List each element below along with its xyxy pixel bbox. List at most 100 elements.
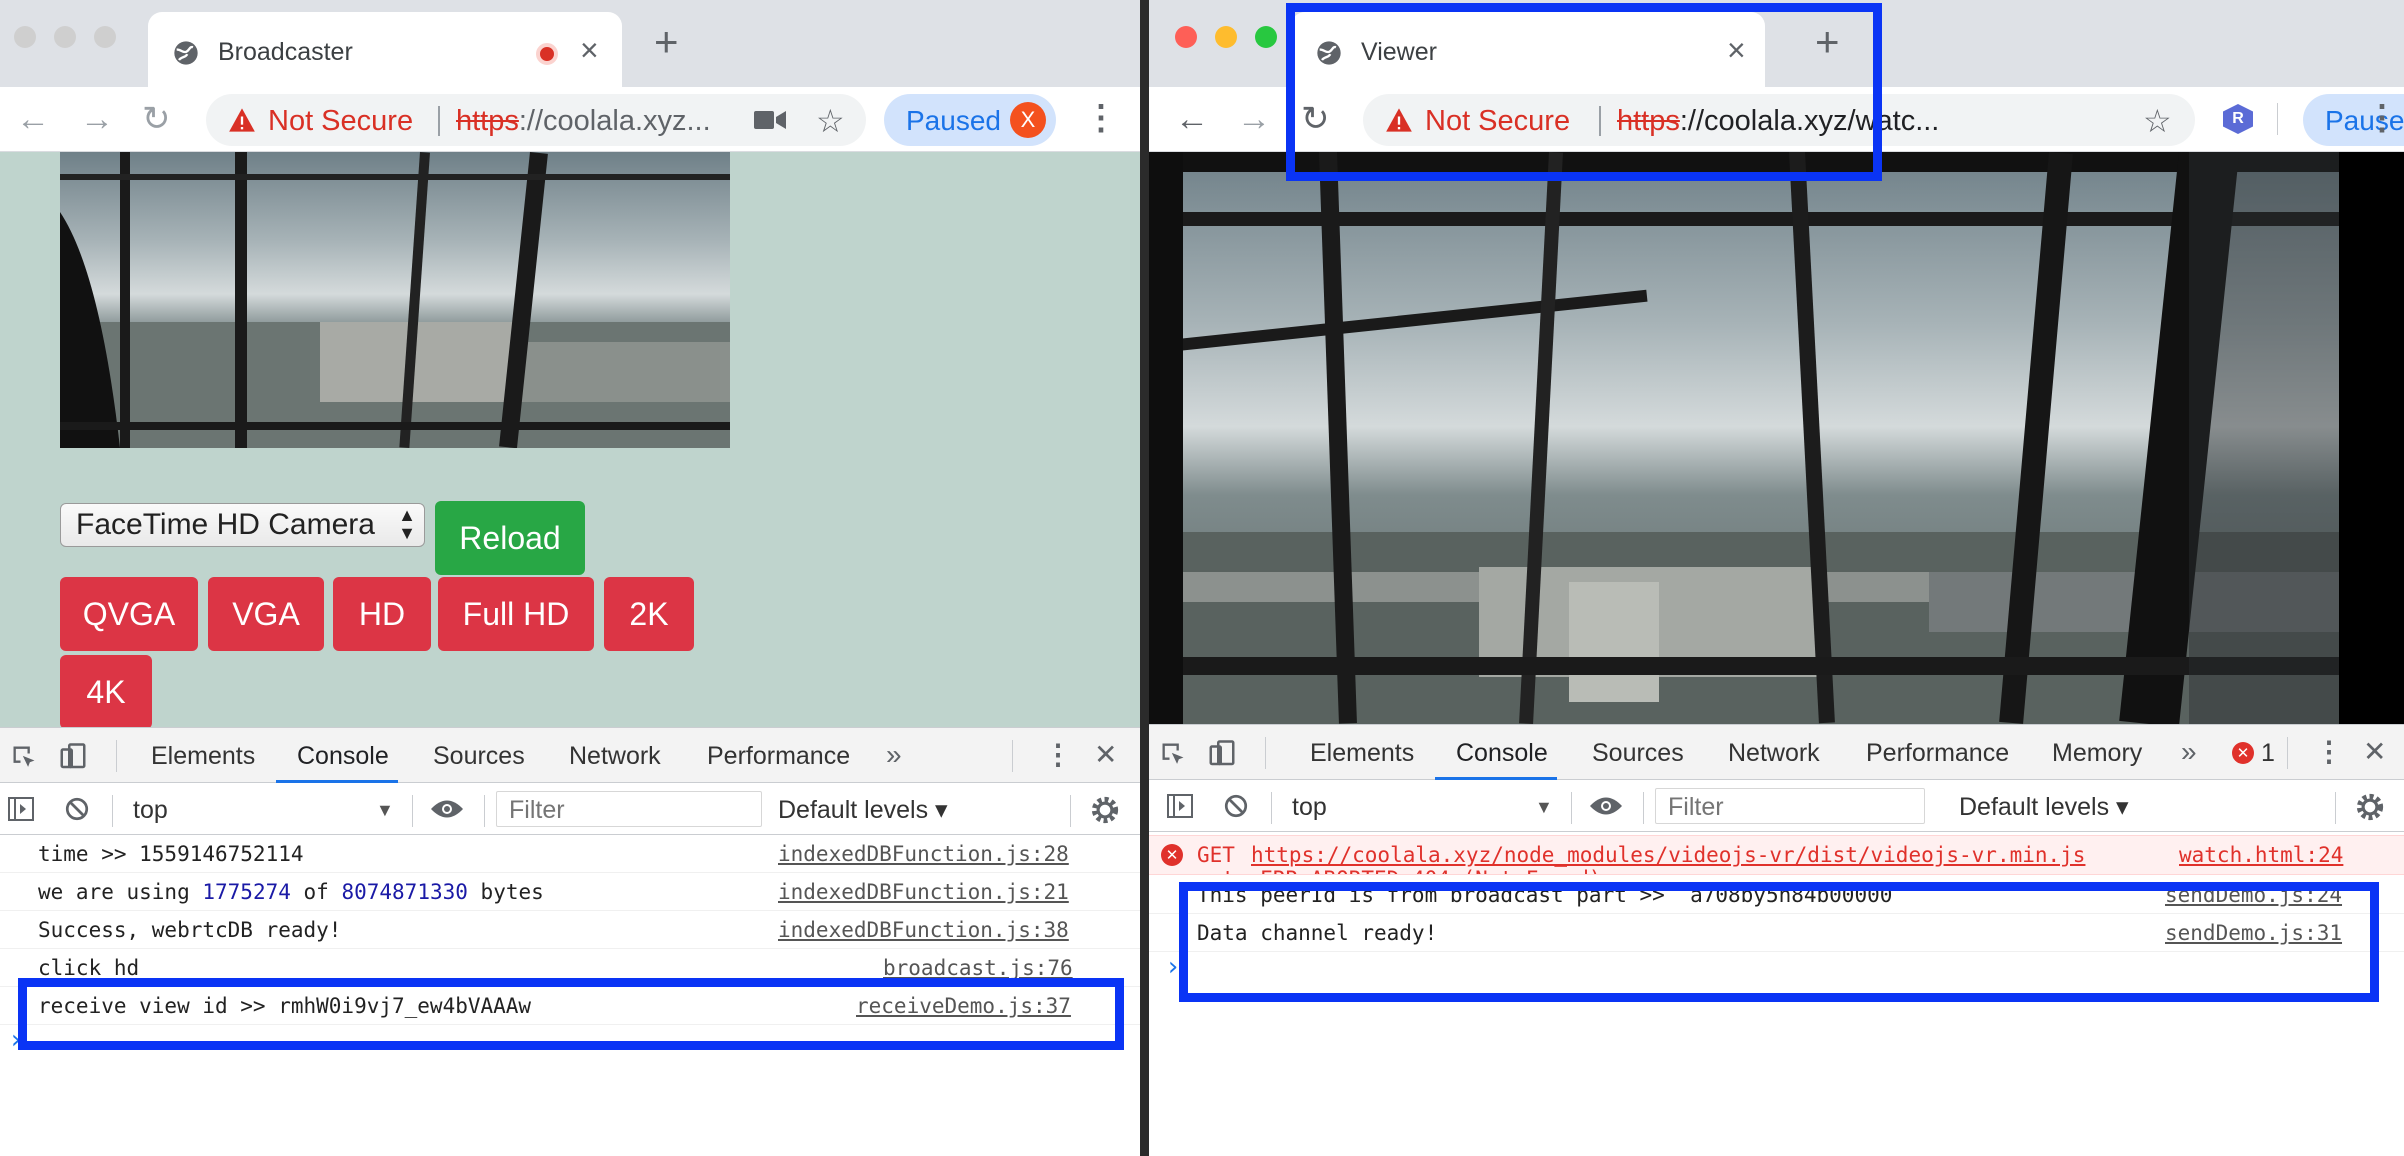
remote-video [1149,152,2339,724]
gear-icon[interactable] [1090,795,1120,825]
device-toolbar-icon[interactable] [58,742,88,772]
camera-icon[interactable] [754,109,786,131]
close-devtools-icon[interactable]: ✕ [2363,738,2386,766]
log-source-link[interactable]: indexedDBFunction.js:21 [778,880,1069,904]
clear-console-icon[interactable] [1223,793,1249,819]
back-button[interactable]: ← [16,99,50,139]
sidebar-toggle-icon[interactable] [1167,794,1193,818]
profile-button[interactable]: Paused X [884,94,1056,146]
tab-elements[interactable]: Elements [151,742,255,771]
close-window-button[interactable] [1175,26,1197,48]
context-selector[interactable]: top [133,796,168,825]
address-bar[interactable]: Not Secure https://coolala.xyz... ☆ [206,94,866,146]
error-icon: ✕ [1161,844,1183,866]
tab-strip: Broadcaster × + [0,0,1140,87]
inspect-element-icon[interactable] [10,743,38,771]
console-filter-input[interactable]: Filter [496,791,762,827]
console-filter-input[interactable]: Filter [1655,788,1925,824]
log-message: time >> 1559146752114 [38,842,304,866]
close-window-button[interactable] [14,26,36,48]
tab-sources[interactable]: Sources [1592,739,1684,768]
chevron-down-icon[interactable]: ▼ [1535,797,1553,818]
close-devtools-icon[interactable]: ✕ [1094,741,1117,769]
extension-icon[interactable]: R [2223,104,2253,134]
context-selector[interactable]: top [1292,793,1327,822]
eye-icon[interactable] [430,798,464,820]
log-levels-dropdown[interactable]: Default levels ▾ [778,795,948,825]
tab-title: Broadcaster [218,38,353,66]
viewer-window: Viewer × + ← → ↻ Not Secure https://cool… [1149,0,2404,1156]
devtools-menu-icon[interactable]: ⋮ [2315,738,2343,766]
menu-icon[interactable]: ⋮ [1084,101,1118,135]
error-count[interactable]: 1 [2261,739,2275,768]
log-entry: Success, webrtcDB ready! indexedDBFuncti… [0,911,1140,949]
globe-icon [174,41,198,65]
error-count-icon[interactable]: ✕ [2232,742,2254,764]
gear-icon[interactable] [2355,792,2385,822]
new-tab-button[interactable]: + [654,20,679,64]
log-message: click hd [38,956,140,980]
highlight-box-send [1179,882,2379,1002]
qvga-button[interactable]: QVGA [60,577,198,651]
bookmark-star-icon[interactable]: ☆ [2143,105,2172,137]
eye-icon[interactable] [1589,795,1623,817]
devtools-menu-icon[interactable]: ⋮ [1044,741,1072,769]
hd-button[interactable]: HD [333,577,431,651]
log-source-link[interactable]: indexedDBFunction.js:28 [778,842,1069,866]
log-source-link[interactable]: watch.html:24 [2179,843,2343,867]
separator [412,795,413,827]
reload-button[interactable]: ↻ [142,99,171,139]
separator [1643,792,1644,824]
minimize-window-button[interactable] [54,26,76,48]
log-source-link[interactable]: indexedDBFunction.js:38 [778,918,1069,942]
tab-memory[interactable]: Memory [2052,739,2142,768]
error-url-link[interactable]: https://coolala.xyz/node_modules/videojs… [1251,843,2085,867]
broadcaster-window: Broadcaster × + ← → ↻ Not Secure https:/… [0,0,1140,1156]
reload-stream-button[interactable]: Reload [435,501,585,575]
tab-broadcaster[interactable]: Broadcaster × [148,12,622,87]
inspect-element-icon[interactable] [1159,740,1187,768]
tab-console[interactable]: Console [1456,739,1548,768]
log-levels-dropdown[interactable]: Default levels ▾ [1959,792,2129,822]
separator [1012,740,1013,772]
forward-button[interactable]: → [80,99,114,139]
bookmark-star-icon[interactable]: ☆ [816,105,845,137]
4k-button[interactable]: 4K [60,655,152,729]
error-detail: net::ERR_ABORTED 404 (Not Found) [1197,867,1602,874]
console-toolbar: top ▼ Filter Default levels ▾ [0,783,1140,835]
profile-paused-label: Paused [906,105,1001,136]
menu-icon[interactable]: ⋮ [2365,101,2399,135]
full-hd-button[interactable]: Full HD [438,577,594,651]
separator [1070,795,1071,827]
minimize-window-button[interactable] [1215,26,1237,48]
zoom-window-button[interactable] [94,26,116,48]
not-secure-label[interactable]: Not Secure [268,105,413,138]
tab-performance[interactable]: Performance [707,742,850,771]
clear-console-icon[interactable] [64,796,90,822]
sidebar-toggle-icon[interactable] [8,797,34,821]
close-tab-icon[interactable]: × [580,34,599,66]
tab-sources[interactable]: Sources [433,742,525,771]
tab-network[interactable]: Network [569,742,661,771]
tab-performance[interactable]: Performance [1866,739,2009,768]
separator [116,740,117,772]
select-arrows-icon: ▲ ▼ [398,505,416,543]
log-entry: we are using 1775274 of 8074871330 bytes… [0,873,1140,911]
zoom-window-button[interactable] [1255,26,1277,48]
log-source-link[interactable]: broadcast.js:76 [883,956,1073,980]
error-method: GET [1197,843,1235,867]
more-tabs-icon[interactable]: » [2181,738,2197,766]
2k-button[interactable]: 2K [604,577,694,651]
tab-elements[interactable]: Elements [1310,739,1414,768]
device-toolbar-icon[interactable] [1207,739,1237,769]
camera-select[interactable]: FaceTime HD Camera ▲ ▼ [60,503,425,547]
chevron-down-icon[interactable]: ▼ [376,800,394,821]
vga-button[interactable]: VGA [208,577,324,651]
url-text[interactable]: https://coolala.xyz... [456,105,936,138]
tab-network[interactable]: Network [1728,739,1820,768]
more-tabs-icon[interactable]: » [886,741,902,769]
back-button[interactable]: ← [1175,99,1209,139]
forward-button[interactable]: → [1237,99,1271,139]
toolbar: ← → ↻ Not Secure https://coolala.xyz... … [0,87,1140,152]
tab-console[interactable]: Console [297,742,389,771]
